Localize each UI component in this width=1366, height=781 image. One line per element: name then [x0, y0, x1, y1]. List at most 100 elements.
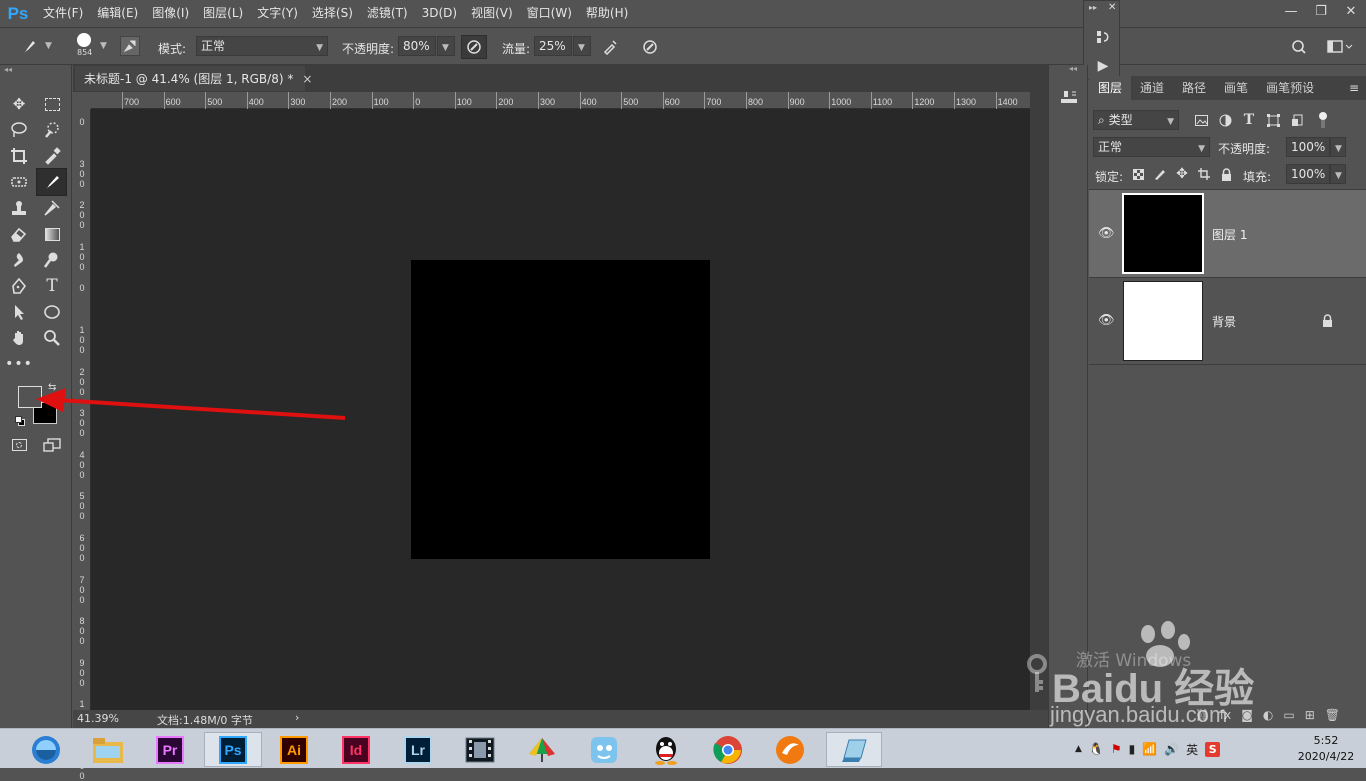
lock-artboard-icon[interactable]	[1197, 166, 1211, 182]
zoom-tool-icon[interactable]	[39, 326, 65, 350]
file-explorer-icon[interactable]	[84, 732, 132, 767]
brush-settings-icon[interactable]	[120, 36, 140, 56]
mascot-app-icon[interactable]	[580, 732, 628, 767]
lock-position-icon[interactable]: ✥	[1175, 166, 1189, 182]
layer-opacity-input[interactable]: 100%	[1286, 137, 1330, 157]
crop-tool-icon[interactable]	[6, 144, 32, 168]
move-tool-icon[interactable]: ✥	[6, 92, 32, 116]
lock-image-pixels-icon[interactable]	[1153, 166, 1167, 182]
menu-image[interactable]: 图像(I)	[145, 0, 196, 27]
dodge-tool-icon[interactable]	[39, 248, 65, 272]
new-layer-icon[interactable]: ⊞	[1305, 708, 1315, 722]
lightroom-taskbar-icon[interactable]: Lr	[394, 732, 442, 767]
restore-icon[interactable]: ❐	[1306, 0, 1336, 22]
tab-brush-presets[interactable]: 画笔预设	[1257, 76, 1323, 100]
fill-dropdown[interactable]: ▼	[1330, 164, 1346, 184]
tab-paths[interactable]: 路径	[1173, 76, 1215, 100]
lock-all-icon[interactable]	[1219, 166, 1233, 182]
qq-tray-icon[interactable]: 🐧	[1089, 742, 1104, 756]
layer-filter-select[interactable]: ⌕ 类型 ▼	[1093, 110, 1179, 130]
layer-name[interactable]: 图层 1	[1212, 226, 1247, 243]
new-group-icon[interactable]: ▭	[1283, 708, 1294, 722]
close-icon[interactable]: ✕	[1336, 0, 1366, 22]
tab-layers[interactable]: 图层	[1089, 76, 1132, 100]
hand-tool-icon[interactable]	[6, 326, 32, 350]
menu-filter[interactable]: 滤镜(T)	[360, 0, 415, 27]
pen-tool-icon[interactable]	[6, 274, 32, 298]
start-button[interactable]	[22, 732, 70, 767]
path-selection-tool-icon[interactable]	[6, 300, 32, 324]
default-colors-icon[interactable]	[15, 416, 26, 427]
menu-edit[interactable]: 编辑(E)	[90, 0, 145, 27]
photoshop-taskbar-icon[interactable]: Ps	[204, 732, 262, 767]
zoom-level[interactable]: 41.39%	[77, 712, 119, 725]
eraser-tool-icon[interactable]	[6, 222, 32, 246]
document-tab[interactable]: 未标题-1 @ 41.4% (图层 1, RGB/8) * ×	[75, 66, 312, 91]
minimize-icon[interactable]: —	[1276, 0, 1306, 22]
lock-transparent-pixels-icon[interactable]	[1131, 166, 1145, 182]
vertical-scrollbar[interactable]	[1030, 92, 1048, 710]
security-tray-icon[interactable]: ⚑	[1111, 742, 1122, 756]
lasso-tool-icon[interactable]	[6, 118, 32, 142]
chevron-down-icon[interactable]: ▼	[45, 41, 52, 51]
opacity-input[interactable]: 80%	[398, 36, 436, 56]
menu-3d[interactable]: 3D(D)	[415, 0, 464, 27]
more-tools-icon[interactable]: •••	[5, 352, 32, 376]
collapse-panel-icon[interactable]: ◂◂	[4, 65, 12, 74]
layer-style-icon[interactable]: fx	[1220, 708, 1231, 722]
mode-select[interactable]: 正常 ▼	[196, 36, 328, 56]
menu-type[interactable]: 文字(Y)	[250, 0, 305, 27]
status-menu-arrow-icon[interactable]: ›	[295, 711, 299, 724]
menu-view[interactable]: 视图(V)	[464, 0, 520, 27]
type-tool-icon[interactable]: T	[39, 274, 65, 298]
gradient-tool-icon[interactable]	[39, 222, 65, 246]
umbrella-app-icon[interactable]	[518, 732, 566, 767]
menu-window[interactable]: 窗口(W)	[520, 0, 579, 27]
premiere-taskbar-icon[interactable]: Pr	[146, 732, 194, 767]
workspace-switcher-icon[interactable]	[1322, 35, 1358, 59]
notepad-taskbar-icon[interactable]	[826, 732, 882, 767]
flow-input[interactable]: 25%	[534, 36, 572, 56]
brush-tool-icon[interactable]	[36, 168, 67, 196]
menu-layer[interactable]: 图层(L)	[196, 0, 250, 27]
close-icon[interactable]: ✕	[1108, 2, 1116, 13]
indesign-taskbar-icon[interactable]: Id	[332, 732, 380, 767]
blur-tool-icon[interactable]	[6, 248, 32, 272]
airbrush-icon[interactable]	[598, 35, 622, 59]
layer-row-layer-1[interactable]: 👁 图层 1	[1089, 190, 1366, 278]
clock[interactable]: 5:52 2020/4/22	[1296, 733, 1356, 765]
visibility-eye-icon[interactable]: 👁	[1098, 313, 1115, 328]
properties-icon[interactable]	[1058, 87, 1080, 107]
battery-tray-icon[interactable]: ▮	[1129, 742, 1136, 756]
qq-icon[interactable]	[642, 732, 690, 767]
screen-mode-icon[interactable]	[39, 433, 65, 457]
sogou-input-icon[interactable]: S	[1205, 741, 1221, 757]
filter-toggle-icon[interactable]	[1319, 112, 1327, 128]
quick-mask-icon[interactable]	[6, 433, 32, 457]
pressure-opacity-icon[interactable]	[461, 35, 487, 59]
filter-shape-layer-icon[interactable]	[1265, 111, 1281, 129]
opacity-dropdown[interactable]: ▼	[437, 36, 455, 56]
close-tab-icon[interactable]: ×	[302, 72, 312, 86]
healing-brush-tool-icon[interactable]	[6, 170, 32, 194]
search-icon[interactable]	[1287, 35, 1311, 59]
marquee-tool-icon[interactable]	[39, 92, 65, 116]
history-icon[interactable]	[1092, 27, 1114, 47]
flow-dropdown[interactable]: ▼	[573, 36, 591, 56]
history-brush-tool-icon[interactable]	[39, 196, 65, 220]
video-player-icon[interactable]	[456, 732, 504, 767]
filter-pixel-layer-icon[interactable]	[1193, 111, 1209, 129]
adjustment-layer-icon[interactable]: ◐	[1263, 708, 1273, 722]
visibility-eye-icon[interactable]: 👁	[1098, 226, 1115, 241]
clone-stamp-tool-icon[interactable]	[6, 196, 32, 220]
horizontal-ruler[interactable]: 700 600 500 400 300 200 100 0 100 200 300 400 500 600…	[91, 92, 1030, 109]
menu-file[interactable]: 文件(F)	[36, 0, 90, 27]
tab-channels[interactable]: 通道	[1131, 76, 1173, 100]
filter-adjustment-layer-icon[interactable]	[1217, 111, 1233, 129]
brush-tool-preset-icon[interactable]	[16, 36, 42, 58]
pressure-size-icon[interactable]	[638, 35, 662, 59]
tray-expand-icon[interactable]: ▲	[1075, 744, 1082, 754]
link-layers-icon[interactable]: ⛓	[1195, 708, 1210, 722]
eyedropper-tool-icon[interactable]	[39, 144, 65, 168]
layer-name[interactable]: 背景	[1212, 313, 1236, 330]
